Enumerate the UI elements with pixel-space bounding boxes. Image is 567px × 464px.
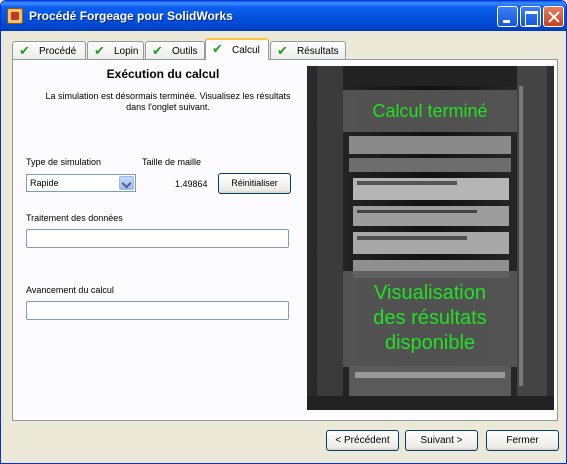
server-rack-image: Calcul terminé Visualisation des résulta… [307, 66, 554, 410]
info-line: La simulation est désormais terminée. Vi… [45, 91, 291, 101]
tab-label: Résultats [297, 46, 339, 57]
minimize-button[interactable] [497, 6, 518, 27]
sim-type-select[interactable]: Rapide [26, 174, 136, 192]
previous-button[interactable]: < Précédent [326, 430, 399, 451]
data-processing-progress [26, 229, 289, 248]
calc-progress-label: Avancement du calcul [26, 285, 114, 295]
maximize-button[interactable] [520, 6, 541, 27]
check-icon: ✔ [19, 43, 30, 58]
sim-type-value: Rapide [30, 178, 59, 188]
tab-lopin[interactable]: ✔ Lopin [87, 41, 144, 60]
mesh-size-label: Taille de maille [142, 157, 202, 167]
results-overlay-line: Visualisation [374, 282, 486, 304]
window-title: Procédé Forgeage pour SolidWorks [29, 9, 233, 23]
sim-type-label: Type de simulation [26, 157, 102, 167]
calc-progress-bar [26, 301, 289, 320]
app-window: Procédé Forgeage pour SolidWorks ✔ Procé… [0, 0, 567, 464]
section-title: Exécution du calcul [106, 67, 220, 81]
mesh-size-value: 1.49864 [175, 179, 208, 189]
tab-outils[interactable]: ✔ Outils [145, 41, 205, 60]
tab-label: Calcul [232, 45, 260, 56]
tab-label: Procédé [39, 46, 77, 57]
title-bar[interactable]: Procédé Forgeage pour SolidWorks [1, 1, 566, 31]
forge-app-icon [7, 8, 23, 24]
tab-procede[interactable]: ✔ Procédé [12, 41, 86, 60]
info-line: dans l'onglet suivant. [126, 102, 210, 112]
info-text: La simulation est désormais terminée. Vi… [23, 91, 313, 113]
tab-calcul[interactable]: ✔ Calcul [205, 38, 269, 60]
check-icon: ✔ [277, 43, 288, 58]
data-processing-label: Traitement des données [26, 213, 123, 223]
check-icon: ✔ [94, 43, 105, 58]
close-button[interactable]: Fermer [486, 430, 559, 451]
check-icon: ✔ [212, 41, 223, 56]
tab-resultats[interactable]: ✔ Résultats [270, 41, 346, 60]
status-overlay: Calcul terminé [343, 90, 517, 132]
tab-label: Outils [172, 46, 198, 57]
results-overlay-line: disponible [384, 332, 476, 354]
check-icon: ✔ [152, 43, 163, 58]
results-overlay-line: des résultats [373, 307, 487, 329]
tab-label: Lopin [114, 46, 139, 57]
chevron-down-icon[interactable] [119, 176, 134, 190]
reset-button[interactable]: Réinitialiser [218, 173, 291, 194]
next-button[interactable]: Suivant > [405, 430, 478, 451]
calcul-panel: Exécution du calcul La simulation est dé… [12, 59, 558, 421]
results-overlay: Visualisation des résultats disponible [343, 271, 517, 367]
close-window-button[interactable] [543, 6, 564, 27]
